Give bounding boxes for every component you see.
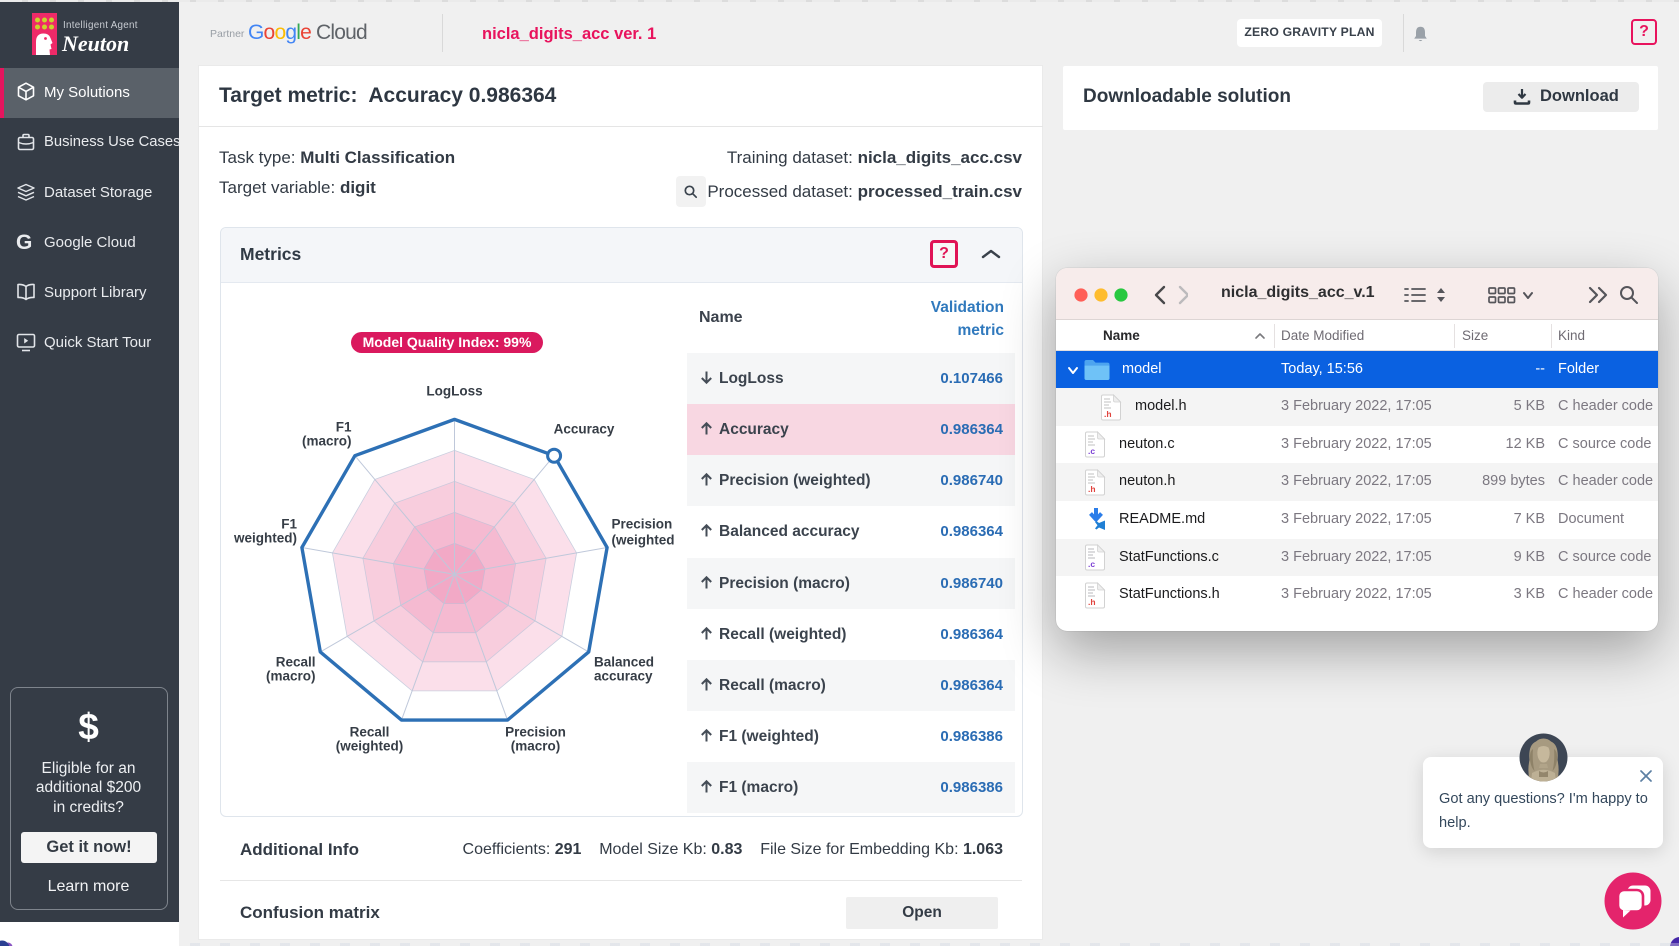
svg-text:.h: .h [1088,597,1096,607]
svg-text:accuracy: accuracy [594,669,653,684]
svg-text:Accuracy: Accuracy [554,422,615,437]
svg-text:(macro): (macro) [511,739,561,754]
svg-text:F1: F1 [281,517,297,532]
svg-text:weighted): weighted) [233,531,297,546]
svg-text:Precision: Precision [505,725,566,740]
svg-text:(weighted): (weighted) [336,739,404,754]
svg-text:Precision: Precision [612,517,673,532]
svg-text:(macro): (macro) [266,669,316,684]
svg-text:.h: .h [1088,484,1096,494]
svg-text:Recall: Recall [350,725,390,740]
svg-text:.c: .c [1088,559,1095,569]
svg-text:LogLoss: LogLoss [426,384,482,399]
svg-text:Balanced: Balanced [594,655,654,670]
svg-text:F1: F1 [336,420,352,435]
svg-text:(weighted: (weighted [612,533,675,548]
svg-text:.h: .h [1104,409,1112,419]
svg-text:(macro): (macro) [302,434,352,449]
svg-text:.c: .c [1088,446,1095,456]
svg-text:Recall: Recall [276,655,316,670]
